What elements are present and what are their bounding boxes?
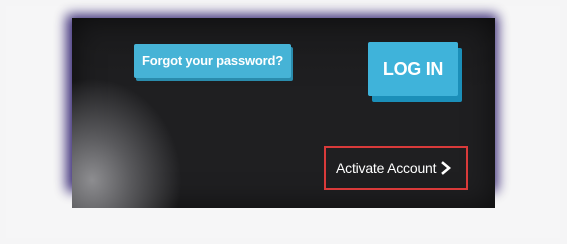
activate-account-link[interactable]: Activate Account (336, 157, 452, 179)
login-panel: Forgot your password? LOG IN Activate Ac… (72, 18, 495, 208)
activate-account-label: Activate Account (336, 160, 437, 176)
chevron-right-icon (441, 161, 452, 175)
login-button[interactable]: LOG IN (368, 42, 458, 96)
forgot-password-button[interactable]: Forgot your password? (134, 44, 291, 78)
